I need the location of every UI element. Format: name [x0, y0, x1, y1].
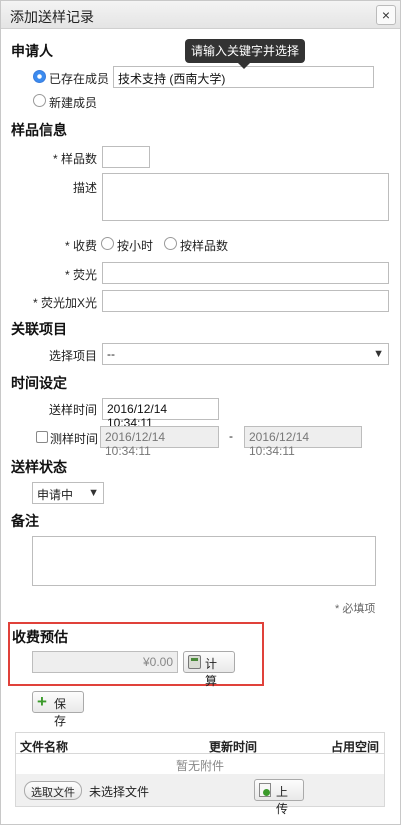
upload-icon: [259, 783, 271, 797]
time-range-dash: -: [229, 429, 233, 443]
section-sample-info: 样品信息: [11, 122, 67, 138]
section-notes: 备注: [11, 513, 39, 529]
dialog-titlebar: 添加送样记录 ×: [1, 1, 400, 29]
save-button[interactable]: + 保存: [32, 691, 84, 728]
test-time-checkbox[interactable]: [36, 431, 48, 443]
sample-count-input[interactable]: [102, 146, 150, 168]
section-project: 关联项目: [11, 321, 67, 337]
calculator-icon: [188, 655, 201, 669]
fluorescence-input[interactable]: [102, 262, 389, 284]
fee-by-count-label: 按样品数: [180, 239, 229, 253]
required-hint: * 必填项: [335, 603, 376, 615]
description-label: 描述: [72, 181, 97, 195]
section-time: 时间设定: [11, 375, 67, 391]
fluorescence-xray-input[interactable]: [102, 290, 389, 312]
add-sample-record-dialog: 添加送样记录 × 申请人 已存在成员 技术支持 (西南大学) 新建成员 请输入关…: [0, 0, 401, 825]
select-project-label: 选择项目: [48, 349, 97, 363]
new-member-label: 新建成员: [49, 96, 98, 110]
send-time-label: 送样时间: [48, 403, 97, 417]
empty-attachments-text: 暂无附件: [176, 759, 225, 773]
existing-member-label: 已存在成员: [49, 72, 110, 86]
sample-count-label: * 样品数: [52, 152, 97, 166]
upload-button[interactable]: 上传: [254, 779, 304, 816]
notes-textarea[interactable]: [32, 536, 376, 586]
fee-by-hour-label: 按小时: [117, 239, 154, 253]
chevron-down-icon: ▼: [88, 487, 99, 499]
fee-label: * 收费: [64, 239, 97, 253]
member-search-input[interactable]: 技术支持 (西南大学): [113, 66, 374, 88]
project-select-value: --: [107, 347, 115, 361]
section-status: 送样状态: [11, 459, 67, 475]
attachments-table: 文件名称 更新时间 占用空间 暂无附件 选取文件 未选择文件 上传: [15, 732, 385, 816]
member-search-tooltip: 请输入关键字并选择: [185, 39, 305, 63]
status-select[interactable]: 申请中 ▼: [32, 482, 104, 504]
section-applicant: 申请人: [11, 43, 53, 59]
chevron-down-icon: ▼: [373, 348, 384, 360]
test-end-input[interactable]: 2016/12/14 10:34:11: [244, 426, 362, 458]
test-start-input[interactable]: 2016/12/14 10:34:11: [100, 426, 219, 458]
calculate-label: 计算: [205, 657, 218, 688]
dialog-title: 添加送样记录: [10, 9, 94, 25]
project-select[interactable]: -- ▼: [102, 343, 389, 365]
radio-fee-by-count[interactable]: [164, 237, 177, 250]
send-time-input[interactable]: 2016/12/14 10:34:11: [102, 398, 219, 430]
section-estimate: 收费预估: [12, 629, 68, 645]
radio-fee-by-hour[interactable]: [101, 237, 114, 250]
test-time-label: 测样时间: [50, 432, 99, 446]
radio-existing-member[interactable]: [33, 70, 46, 83]
estimate-amount-field: ¥0.00: [32, 651, 178, 673]
header-divider: [16, 753, 384, 754]
radio-new-member[interactable]: [33, 94, 46, 107]
calculate-button[interactable]: 计算: [183, 651, 235, 688]
fluorescence-xray-label: * 荧光加X光: [32, 296, 97, 310]
close-button[interactable]: ×: [376, 5, 396, 25]
tooltip-pointer: [238, 63, 250, 69]
save-label: 保存: [54, 697, 67, 728]
choose-file-button[interactable]: 选取文件: [24, 781, 82, 800]
upload-label: 上传: [276, 785, 289, 816]
fluorescence-label: * 荧光: [64, 268, 97, 282]
description-textarea[interactable]: [102, 173, 389, 221]
plus-icon: +: [37, 692, 47, 711]
status-select-value: 申请中: [37, 488, 74, 502]
no-file-chosen-text: 未选择文件: [89, 785, 150, 799]
